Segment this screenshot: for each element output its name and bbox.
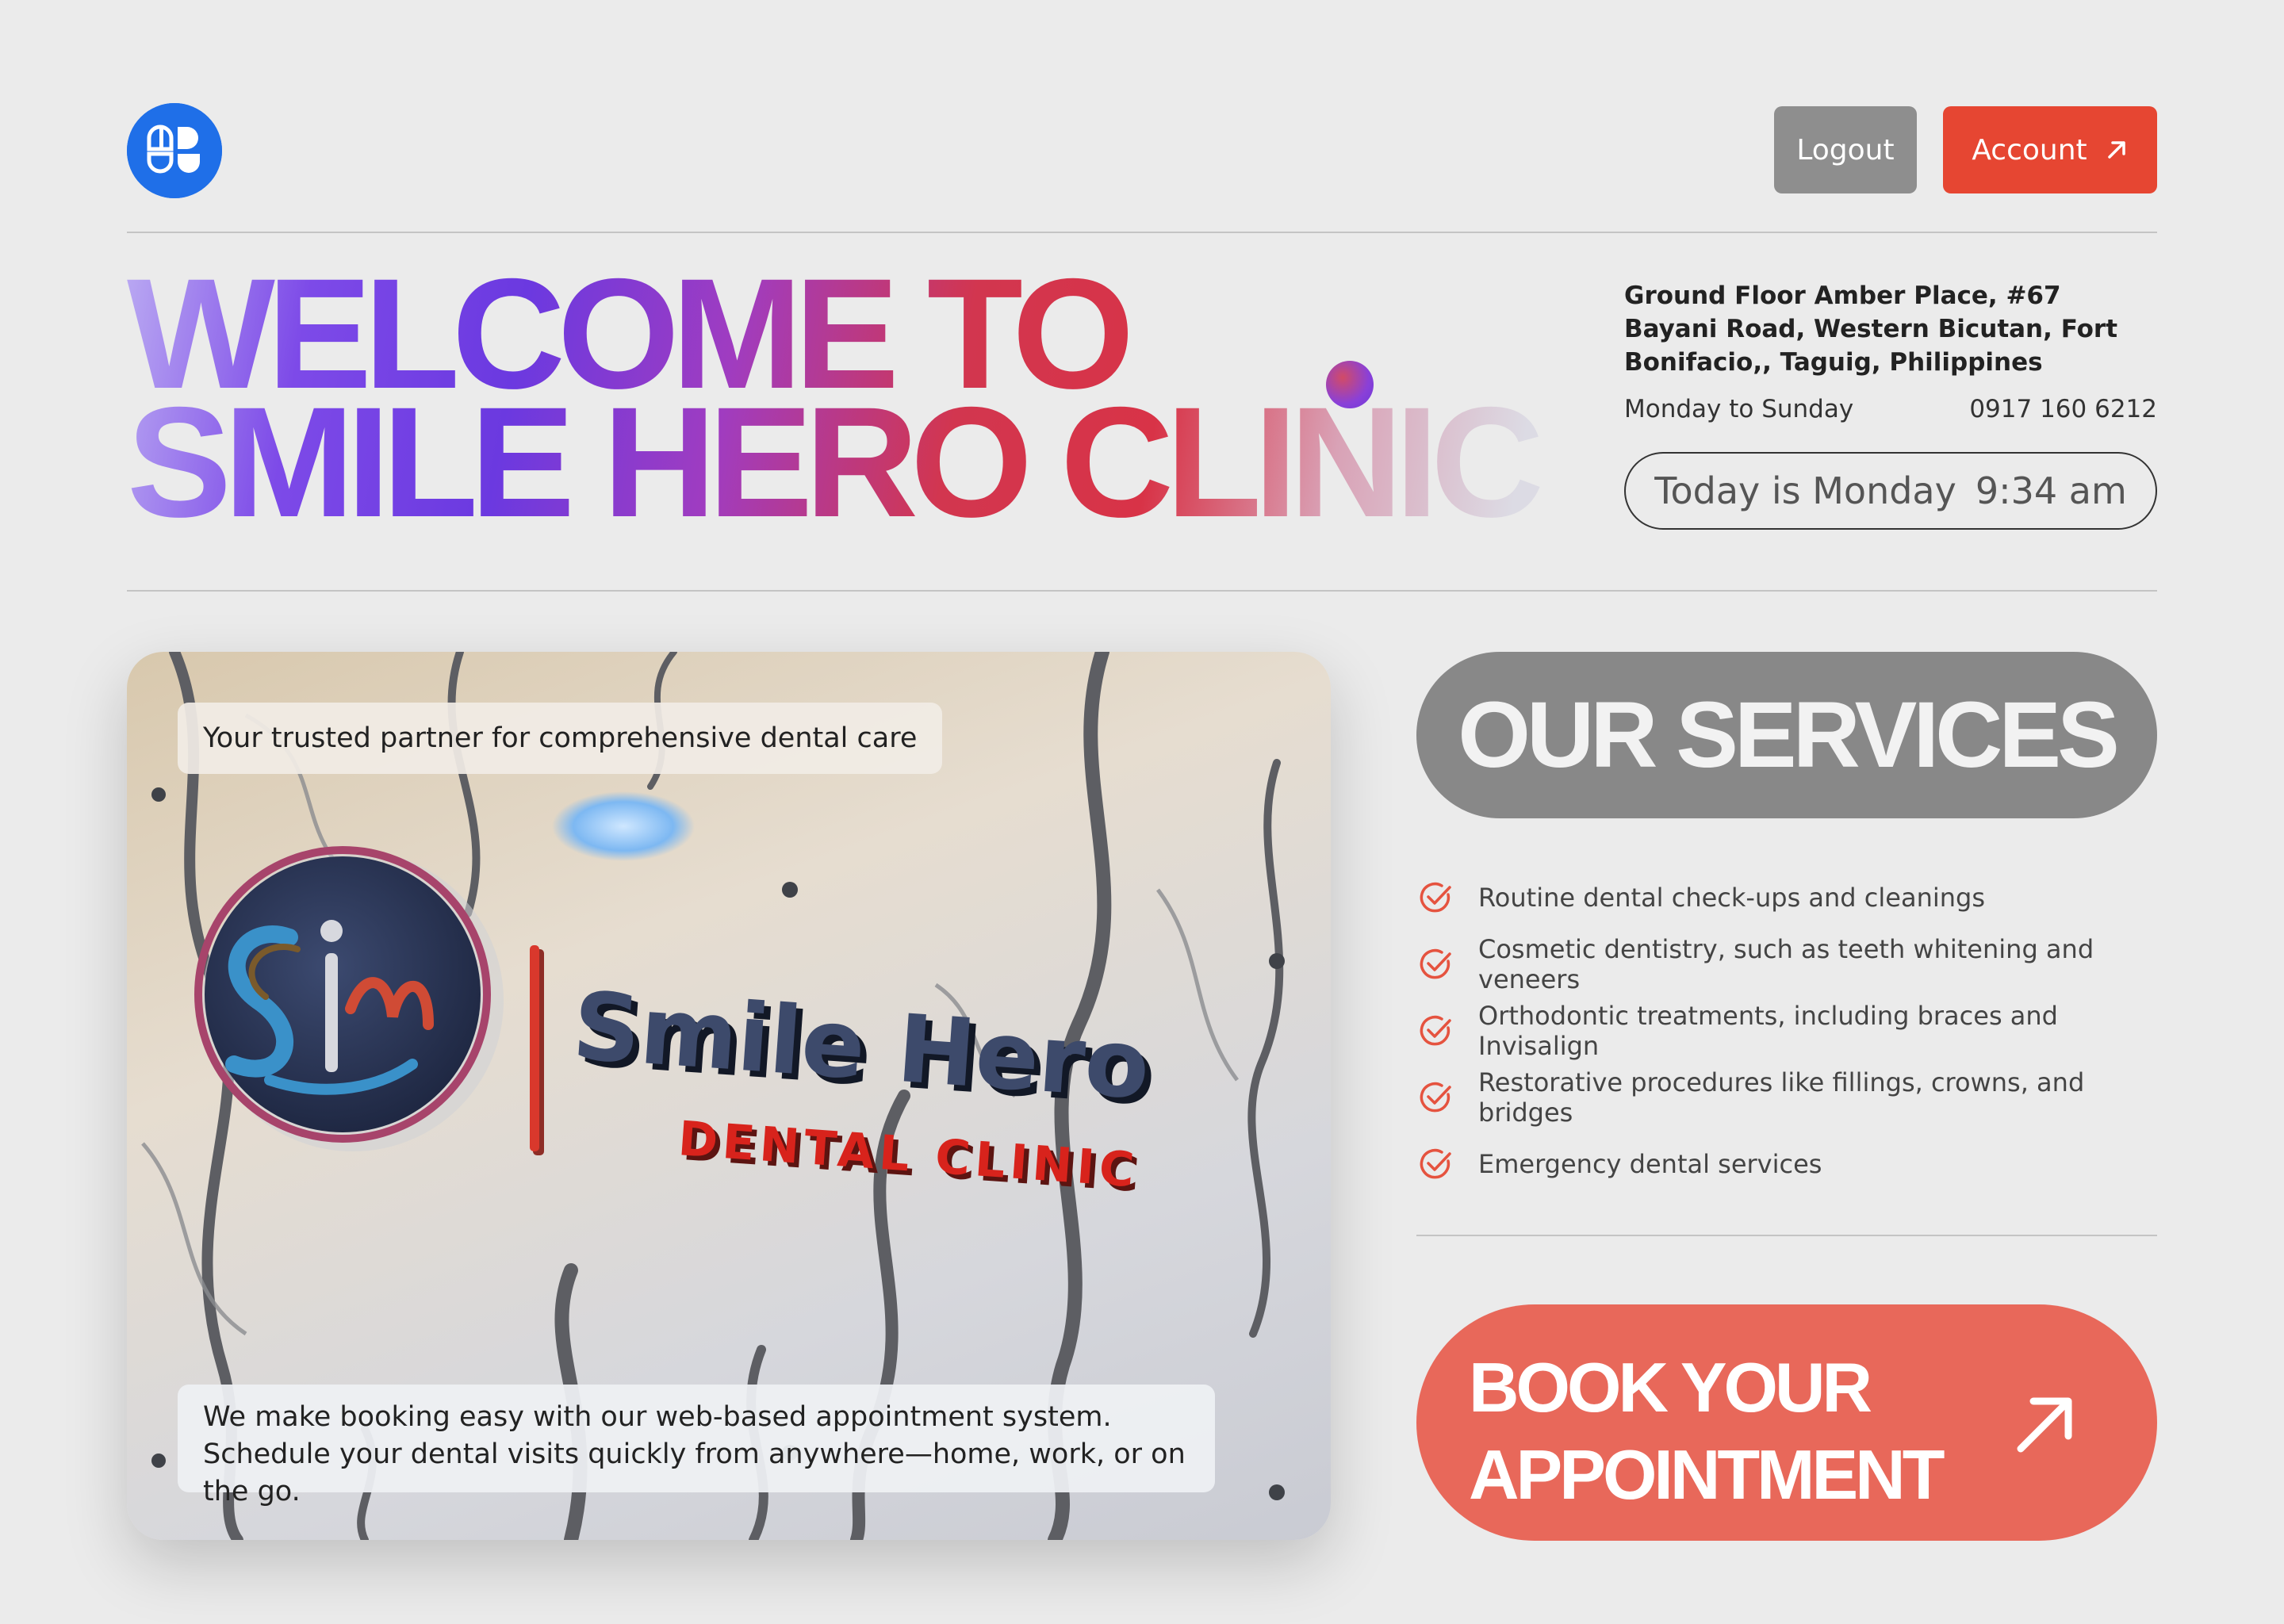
check-circle-icon: [1420, 1082, 1451, 1113]
check-circle-icon: [1420, 882, 1451, 913]
service-item-label: Emergency dental services: [1478, 1149, 1822, 1179]
service-item: Restorative procedures like fillings, cr…: [1416, 1064, 2157, 1131]
page: Logout Account WELCOME TO SMILE HERO CLI…: [127, 0, 2157, 1624]
brand-logo-icon[interactable]: [127, 103, 222, 198]
clinic-address: Ground Floor Amber Place, #67 Bayani Roa…: [1624, 282, 2118, 377]
booking-info-chip: We make booking easy with our web-based …: [178, 1385, 1215, 1507]
service-item: Orthodontic treatments, including braces…: [1416, 998, 2157, 1064]
divider: [1416, 1235, 2157, 1236]
services-heading: OUR SERVICES: [1416, 652, 2157, 818]
opening-days: Monday to Sunday: [1624, 395, 1854, 423]
service-item-label: Routine dental check-ups and cleanings: [1478, 883, 1985, 913]
hero-title-line-2: SMILE HERO CLINIC: [127, 374, 1537, 550]
check-circle-icon: [1420, 1015, 1451, 1046]
book-appointment-button[interactable]: BOOK YOUR APPOINTMENT: [1416, 1304, 2157, 1541]
divider: [127, 232, 2157, 233]
account-button[interactable]: Account: [1943, 106, 2157, 193]
arrow-up-right-icon: [2107, 141, 2125, 159]
account-button-label: Account: [1972, 133, 2087, 167]
arrow-up-right-icon: [2017, 1397, 2072, 1453]
today-label: Today is Monday: [1654, 469, 1956, 512]
current-time: 9:34 am: [1975, 469, 2127, 512]
divider: [127, 590, 2157, 592]
service-item: Emergency dental services: [1416, 1131, 2157, 1197]
service-item-label: Restorative procedures like fillings, cr…: [1478, 1067, 2085, 1128]
check-circle-icon: [1420, 1148, 1451, 1179]
svg-text:Smile Hero: Smile Hero: [569, 971, 1153, 1120]
tagline-chip: Your trusted partner for comprehensive d…: [178, 703, 943, 774]
clinic-photo-card: Smile Hero Smile Hero DENTAL CLINIC DENT…: [127, 652, 1331, 1540]
phone-number[interactable]: 0917 160 6212: [1969, 395, 2157, 423]
decorative-orb: [1326, 361, 1374, 408]
service-item-label: Cosmetic dentistry, such as teeth whiten…: [1478, 934, 2094, 994]
logout-button[interactable]: Logout: [1774, 106, 1917, 193]
service-item: Cosmetic dentistry, such as teeth whiten…: [1416, 931, 2157, 998]
service-item: Routine dental check-ups and cleanings: [1416, 864, 2157, 931]
check-circle-icon: [1420, 948, 1451, 979]
hero-title: WELCOME TO SMILE HERO CLINIC: [127, 270, 1634, 527]
services-list: Routine dental check-ups and cleanings C…: [1416, 864, 2157, 1197]
service-item-label: Orthodontic treatments, including braces…: [1478, 1001, 2058, 1061]
today-status-pill: Today is Monday 9:34 am: [1624, 452, 2157, 530]
